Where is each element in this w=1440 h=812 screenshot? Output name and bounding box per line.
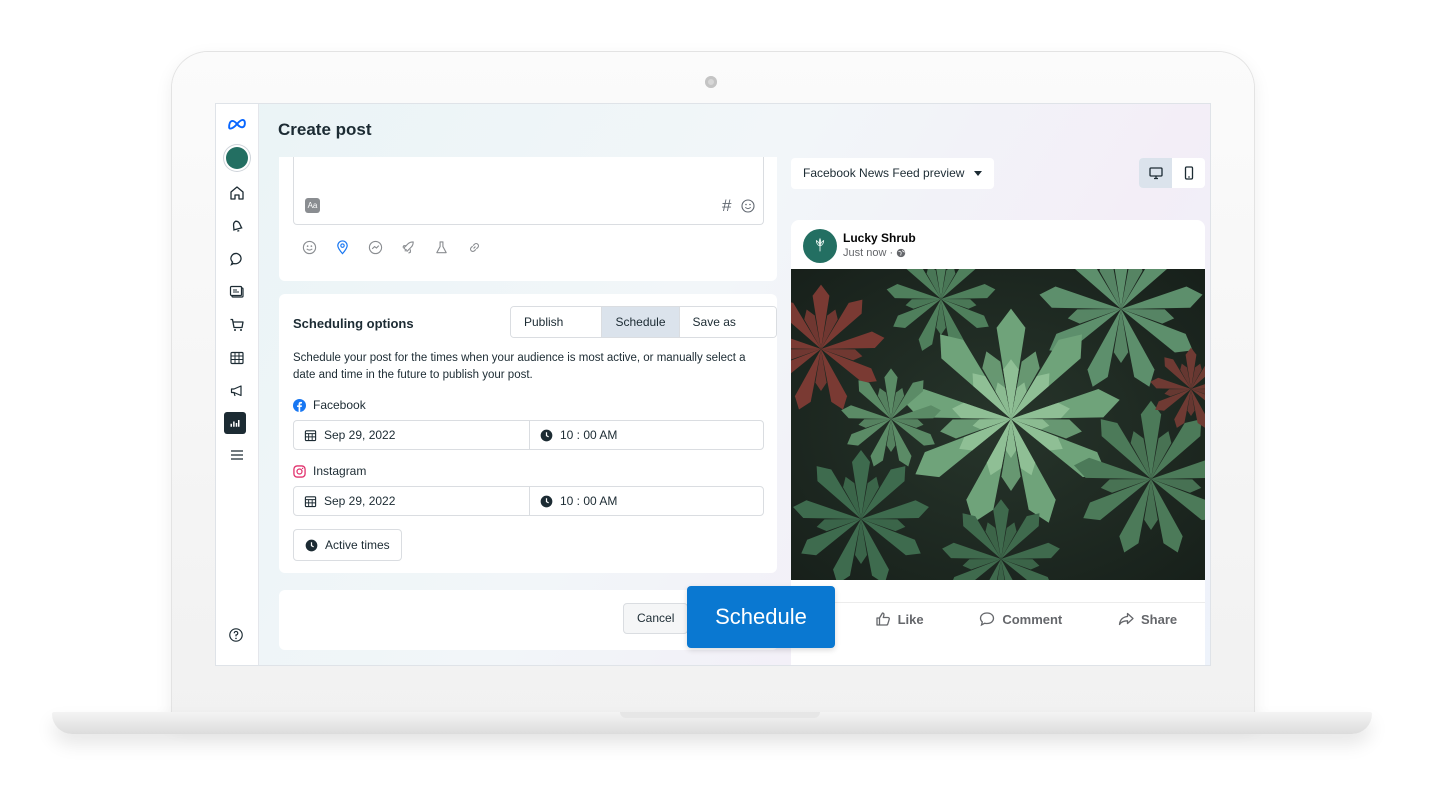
post-composer: Aa # (279, 157, 777, 281)
notifications-icon[interactable] (225, 214, 249, 238)
instagram-platform-label: Instagram (293, 464, 366, 478)
plant-logo-icon (815, 237, 825, 252)
page-avatar (803, 229, 837, 263)
app-screen: Create post Aa # Scheduling options Publ… (215, 103, 1211, 666)
text-format-icon[interactable]: Aa (305, 198, 320, 213)
page-name[interactable]: Lucky Shrub (843, 231, 916, 245)
instagram-time-picker[interactable]: 10 : 00 AM (530, 487, 617, 515)
facebook-date-value: Sep 29, 2022 (324, 428, 396, 442)
instagram-date-picker[interactable]: Sep 29, 2022 (294, 487, 530, 515)
schedule-button[interactable]: Schedule (687, 586, 835, 648)
scheduling-description: Schedule your post for the times when yo… (293, 352, 746, 381)
clock-icon (540, 429, 553, 441)
boost-rocket-icon[interactable] (400, 239, 416, 255)
facebook-datetime-row: Sep 29, 2022 10 : 00 AM (293, 420, 764, 450)
calendar-icon (304, 495, 317, 507)
emoji-icon[interactable] (741, 199, 755, 213)
sidebar (216, 104, 259, 665)
schedule-tab[interactable]: Schedule (602, 307, 680, 337)
page-title: Create post (278, 120, 372, 139)
insights-chart-icon[interactable] (224, 412, 246, 434)
facebook-icon (293, 398, 306, 412)
caret-down-icon (974, 171, 983, 176)
instagram-icon (293, 464, 306, 478)
home-icon[interactable] (225, 181, 249, 205)
feeling-emoji-icon[interactable] (301, 239, 317, 255)
location-pin-icon[interactable] (334, 239, 350, 255)
save-as-draft-tab[interactable]: Save as draft (679, 307, 776, 337)
like-label: Like (897, 611, 924, 627)
instagram-datetime-row: Sep 29, 2022 10 : 00 AM (293, 486, 764, 516)
comment-label: Comment (1002, 611, 1063, 627)
post-text-area[interactable]: Aa # (293, 157, 764, 225)
mobile-icon (1184, 166, 1193, 180)
shop-cart-icon[interactable] (225, 313, 249, 337)
planner-grid-icon[interactable] (225, 346, 249, 370)
facebook-label: Facebook (313, 398, 366, 412)
preview-type-label: Facebook News Feed preview (803, 166, 965, 180)
help-icon[interactable] (228, 627, 246, 645)
facebook-time-picker[interactable]: 10 : 00 AM (530, 421, 617, 449)
link-icon[interactable] (466, 239, 482, 255)
like-button[interactable]: Like (875, 611, 924, 627)
desktop-icon (1148, 167, 1163, 180)
comment-button[interactable]: Comment (979, 611, 1062, 627)
messages-icon[interactable] (225, 247, 249, 271)
facebook-platform-label: Facebook (293, 398, 366, 412)
comment-icon (980, 612, 995, 627)
instagram-label: Instagram (313, 464, 367, 478)
cancel-button[interactable]: Cancel (623, 603, 689, 634)
desktop-preview-button[interactable] (1139, 158, 1172, 188)
post-time: Just now · (843, 247, 894, 259)
laptop-notch (620, 712, 820, 718)
menu-icon[interactable] (225, 443, 249, 467)
clock-icon (540, 495, 553, 507)
share-icon (1118, 612, 1134, 626)
post-image-succulents (791, 269, 1205, 580)
scheduling-title: Scheduling options (293, 316, 414, 331)
facebook-time-value: 10 : 00 AM (560, 428, 618, 442)
ab-test-flask-icon[interactable] (433, 239, 449, 255)
facebook-date-picker[interactable]: Sep 29, 2022 (294, 421, 530, 449)
globe-icon (896, 248, 906, 258)
mobile-preview-button[interactable] (1172, 158, 1205, 188)
account-avatar[interactable] (225, 146, 249, 170)
share-button[interactable]: Share (1118, 611, 1177, 627)
messenger-icon[interactable] (367, 239, 383, 255)
publish-now-tab[interactable]: Publish now (511, 307, 603, 337)
content-icon[interactable] (225, 280, 249, 304)
meta-logo-icon[interactable] (225, 112, 249, 136)
post-actions-bar: Like Comment Share (791, 602, 1205, 635)
ads-megaphone-icon[interactable] (225, 379, 249, 403)
active-times-label: Active times (325, 538, 390, 552)
news-feed-post-preview: Lucky Shrub Just now · Like Comment Shar… (791, 220, 1205, 665)
active-times-button[interactable]: Active times (293, 529, 402, 561)
clock-icon (305, 539, 318, 551)
scheduling-options-card: Scheduling options Publish now Schedule … (279, 294, 777, 573)
post-meta: Just now · (843, 247, 906, 259)
publish-mode-segmented: Publish now Schedule Save as draft (510, 306, 777, 338)
camera-icon (705, 76, 717, 88)
thumbs-up-icon (875, 612, 890, 626)
calendar-icon (304, 429, 317, 441)
instagram-time-value: 10 : 00 AM (560, 494, 618, 508)
share-label: Share (1140, 611, 1178, 627)
instagram-date-value: Sep 29, 2022 (324, 494, 396, 508)
composer-toolbar (301, 239, 482, 255)
device-toggle (1139, 158, 1205, 188)
preview-type-dropdown[interactable]: Facebook News Feed preview (791, 158, 995, 189)
hashtag-icon[interactable]: # (722, 196, 731, 216)
